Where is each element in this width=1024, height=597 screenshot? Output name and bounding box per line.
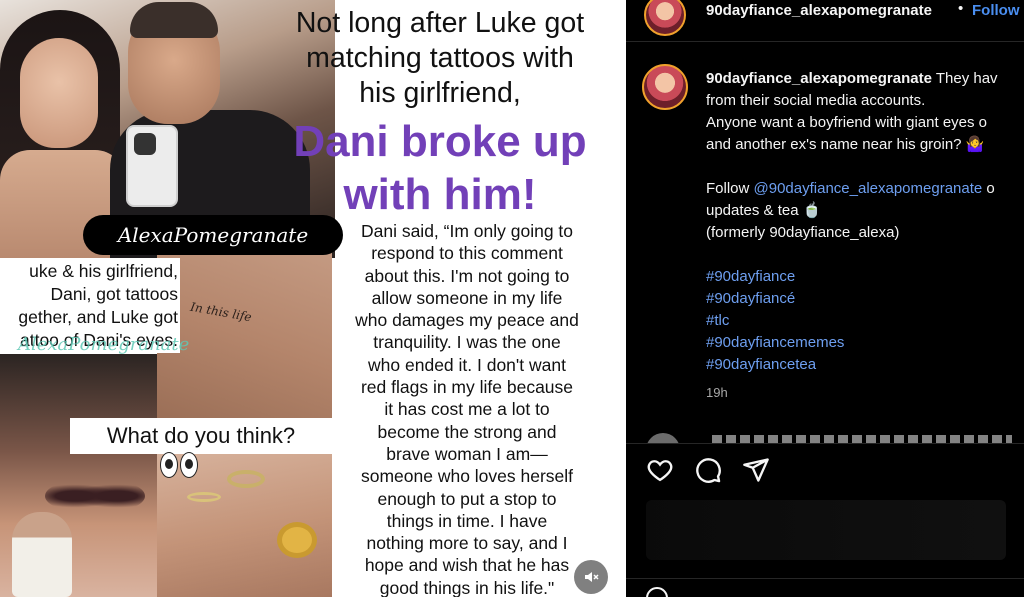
quote-text: Dani said, “Im only going to respond to … (355, 221, 579, 597)
likes-area (646, 500, 1006, 560)
caption-avatar[interactable] (642, 64, 688, 110)
comment-preview (646, 433, 1024, 443)
send-icon[interactable] (742, 456, 770, 484)
header-separator: • (958, 0, 964, 17)
add-comment-bar[interactable] (626, 578, 1024, 597)
post-side-panel: 90dayfiance_alexapomegranate • Follow 90… (626, 0, 1024, 597)
post-caption: 90dayfiance_alexapomegranate They hav fr… (706, 68, 1024, 404)
hashtag-link[interactable]: #90dayfiancememes (706, 332, 1024, 354)
mute-button[interactable] (574, 560, 608, 594)
hashtag-link[interactable]: #90dayfiancé (706, 288, 1024, 310)
header-avatar[interactable] (644, 0, 686, 36)
speaker-muted-icon (585, 572, 599, 582)
comment-icon[interactable] (694, 456, 722, 484)
mention-link[interactable]: @90dayfiance_alexapomegranate (754, 180, 983, 197)
action-bar (646, 456, 770, 490)
phone-image (126, 125, 178, 207)
headline-highlight: Dani broke up with him! (293, 117, 587, 219)
headline: Not long after Luke got matching tattoos… (295, 7, 585, 109)
divider (626, 443, 1024, 444)
man-figure-image (12, 512, 72, 597)
eyes-emoji-icon (160, 452, 198, 478)
post-image[interactable]: In this life AlexaPomegranate uke & his … (0, 0, 626, 597)
hashtag-link[interactable]: #90dayfiance (706, 266, 1024, 288)
emoji-icon[interactable] (646, 587, 668, 597)
watermark-label: AlexaPomegranate (83, 215, 343, 255)
header-username[interactable]: 90dayfiance_alexapomegranate (706, 2, 932, 19)
follow-button[interactable]: Follow (972, 2, 1020, 19)
hashtag-link[interactable]: #90dayfiancetea (706, 354, 1024, 376)
heart-icon[interactable] (646, 456, 674, 484)
post-header: 90dayfiance_alexapomegranate • Follow (626, 0, 1024, 42)
eyes-tattoo-image (45, 478, 145, 514)
hashtag-link[interactable]: #tlc (706, 310, 1024, 332)
post-timestamp[interactable]: 19h (706, 382, 1024, 404)
script-watermark: AlexaPomegranate (18, 334, 190, 355)
question-text: What do you think? (70, 418, 332, 454)
caption-username[interactable]: 90dayfiance_alexapomegranate (706, 70, 932, 87)
